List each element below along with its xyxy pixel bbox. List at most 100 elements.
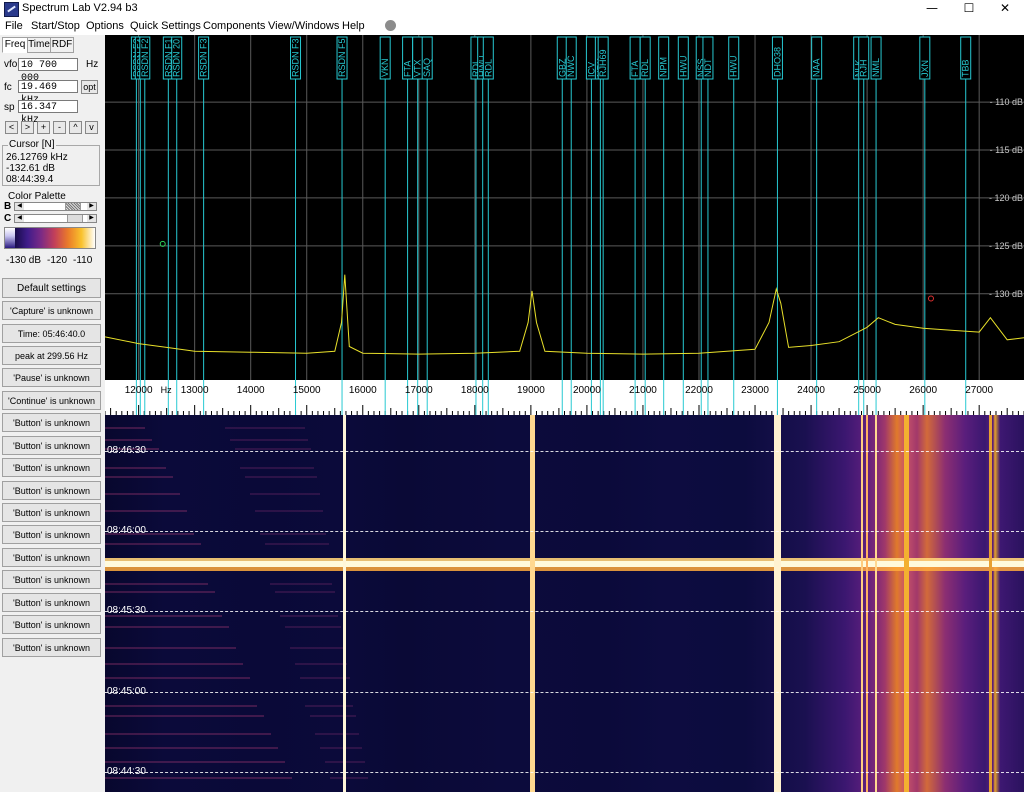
panel-button[interactable]: 'Button' is unknown xyxy=(2,593,101,612)
brightness-left-arrow-icon[interactable]: ◀ xyxy=(15,203,24,210)
menu-components[interactable]: Components xyxy=(203,20,265,32)
station-label: HWU xyxy=(678,56,688,78)
record-indicator-icon[interactable] xyxy=(385,20,396,31)
panel-button[interactable]: 'Button' is unknown xyxy=(2,615,101,634)
y-tick-label: - 130 dB xyxy=(989,289,1023,299)
vfo-field[interactable]: 10 700 000 xyxy=(18,58,78,84)
waterfall-streak xyxy=(105,533,1024,535)
station-label: FTA xyxy=(630,61,640,77)
station-label: RSDN 20 xyxy=(172,39,182,77)
tab-freq[interactable]: Freq xyxy=(2,37,28,53)
panel-button[interactable]: 'Pause' is unknown xyxy=(2,368,101,387)
panel-button[interactable]: 'Button' is unknown xyxy=(2,548,101,567)
waterfall-time-label: 08:45:30 xyxy=(107,605,146,616)
station-label: HWU xyxy=(729,56,739,78)
station-label: RJH69 xyxy=(598,49,608,77)
zoom-out-button[interactable]: - xyxy=(53,121,66,134)
menu-file[interactable]: File xyxy=(5,20,23,32)
waterfall-streak xyxy=(105,677,1024,679)
sp-field[interactable]: 16.347 kHz xyxy=(18,100,78,126)
scroll-right-button[interactable]: > xyxy=(21,121,34,134)
frequency-scale: 12000 13000 14000 15000 16000 17000 18000 19000… xyxy=(105,380,1024,415)
panel-button[interactable]: 'Button' is unknown xyxy=(2,570,101,589)
scroll-left-button[interactable]: < xyxy=(5,121,18,134)
station-label: VTX xyxy=(413,59,423,77)
contrast-slider[interactable]: ◀ ▶ xyxy=(14,214,97,223)
waterfall-carrier-line xyxy=(529,415,535,792)
menu-help[interactable]: Help xyxy=(342,20,365,32)
x-tick-label: 18000 xyxy=(461,385,489,396)
waterfall-time-gridline xyxy=(105,772,1024,773)
panel-button[interactable]: Time: 05:46:40.0 xyxy=(2,324,101,343)
x-tick-label: 26000 xyxy=(909,385,937,396)
panel-button[interactable]: 'Button' is unknown xyxy=(2,638,101,657)
level-down-button[interactable]: v xyxy=(85,121,98,134)
waterfall-streak xyxy=(105,427,1024,429)
contrast-left-arrow-icon[interactable]: ◀ xyxy=(15,215,24,222)
waterfall-streak xyxy=(105,467,1024,469)
brightness-slider[interactable]: ◀ ▶ xyxy=(14,202,97,211)
minimize-button[interactable]: — xyxy=(914,0,950,18)
zoom-in-button[interactable]: + xyxy=(37,121,50,134)
station-label: SAQ xyxy=(422,58,432,77)
panel-button[interactable]: 'Button' is unknown xyxy=(2,503,101,522)
spectrum-display[interactable]: RSDN F2RSDN F4RSDN F2RSDN F1RSDN 20RSDN … xyxy=(105,35,1024,380)
waterfall-streak xyxy=(105,761,1024,763)
panel-button[interactable]: 'Button' is unknown xyxy=(2,525,101,544)
waterfall-time-label: 08:44:30 xyxy=(107,766,146,777)
maximize-button[interactable]: ☐ xyxy=(951,0,987,18)
waterfall-time-label: 08:45:00 xyxy=(107,686,146,697)
panel-button[interactable]: 'Button' is unknown xyxy=(2,413,101,432)
contrast-thumb[interactable] xyxy=(67,215,83,222)
level-up-button[interactable]: ^ xyxy=(69,121,82,134)
station-label: NAA xyxy=(812,58,822,77)
waterfall-streak xyxy=(105,510,1024,512)
waterfall-carrier-line xyxy=(860,415,863,792)
panel-button[interactable]: 'Capture' is unknown xyxy=(2,301,101,320)
station-label: RDL xyxy=(640,59,650,77)
panel-button[interactable]: 'Button' is unknown xyxy=(2,436,101,455)
x-tick-label: 15000 xyxy=(293,385,321,396)
default-settings-button[interactable]: Default settings xyxy=(2,278,101,298)
x-tick-label: 27000 xyxy=(965,385,993,396)
close-button[interactable]: ✕ xyxy=(987,0,1023,18)
panel-button[interactable]: 'Continue' is unknown xyxy=(2,391,101,410)
waterfall-streak xyxy=(105,626,1024,628)
panel-button[interactable]: 'Button' is unknown xyxy=(2,458,101,477)
color-palette-bar[interactable] xyxy=(4,227,96,249)
frequency-axis[interactable]: 12000 13000 14000 15000 16000 17000 18000 19000… xyxy=(105,380,1024,415)
contrast-right-arrow-icon[interactable]: ▶ xyxy=(87,215,96,222)
waterfall-streak xyxy=(105,663,1024,665)
waterfall-streak xyxy=(105,615,1024,617)
x-tick-label: 20000 xyxy=(573,385,601,396)
tab-rdf[interactable]: RDF xyxy=(50,37,74,53)
waterfall-streak xyxy=(105,543,1024,545)
x-tick-label: 14000 xyxy=(237,385,265,396)
brightness-thumb[interactable] xyxy=(65,203,81,210)
menu-start-stop[interactable]: Start/Stop xyxy=(31,20,80,32)
brightness-label: B xyxy=(4,201,12,212)
x-tick-label: 23000 xyxy=(741,385,769,396)
peak-marker xyxy=(927,295,934,302)
x-tick-label: 13000 xyxy=(181,385,209,396)
spectrum-trace xyxy=(105,274,1024,355)
panel-button[interactable]: 'Button' is unknown xyxy=(2,481,101,500)
spectrum-chart[interactable]: RSDN F2RSDN F4RSDN F2RSDN F1RSDN 20RSDN … xyxy=(105,35,1024,380)
menu-options[interactable]: Options xyxy=(86,20,124,32)
fc-field[interactable]: 19.469 kHz xyxy=(18,80,78,106)
y-tick-label: - 110 dB xyxy=(990,97,1023,107)
panel-button[interactable]: peak at 299.56 Hz xyxy=(2,346,101,365)
station-label: DHO38 xyxy=(772,47,782,77)
opt-button[interactable]: opt xyxy=(81,80,98,94)
y-tick-label: - 120 dB xyxy=(989,193,1023,203)
waterfall-streak xyxy=(105,705,1024,707)
tab-time[interactable]: Time xyxy=(27,37,51,53)
waterfall-carrier-line xyxy=(903,415,909,792)
station-label: VKN xyxy=(380,58,390,77)
menu-view-windows[interactable]: View/Windows xyxy=(268,20,339,32)
brightness-right-arrow-icon[interactable]: ▶ xyxy=(87,203,96,210)
x-tick-label: 17000 xyxy=(405,385,433,396)
menu-quick-settings[interactable]: Quick Settings xyxy=(130,20,201,32)
waterfall-streak xyxy=(105,439,1024,441)
waterfall-display[interactable]: 08:46:30 08:46:00 08:45:30 08:45:00 08:44:30 xyxy=(105,415,1024,792)
